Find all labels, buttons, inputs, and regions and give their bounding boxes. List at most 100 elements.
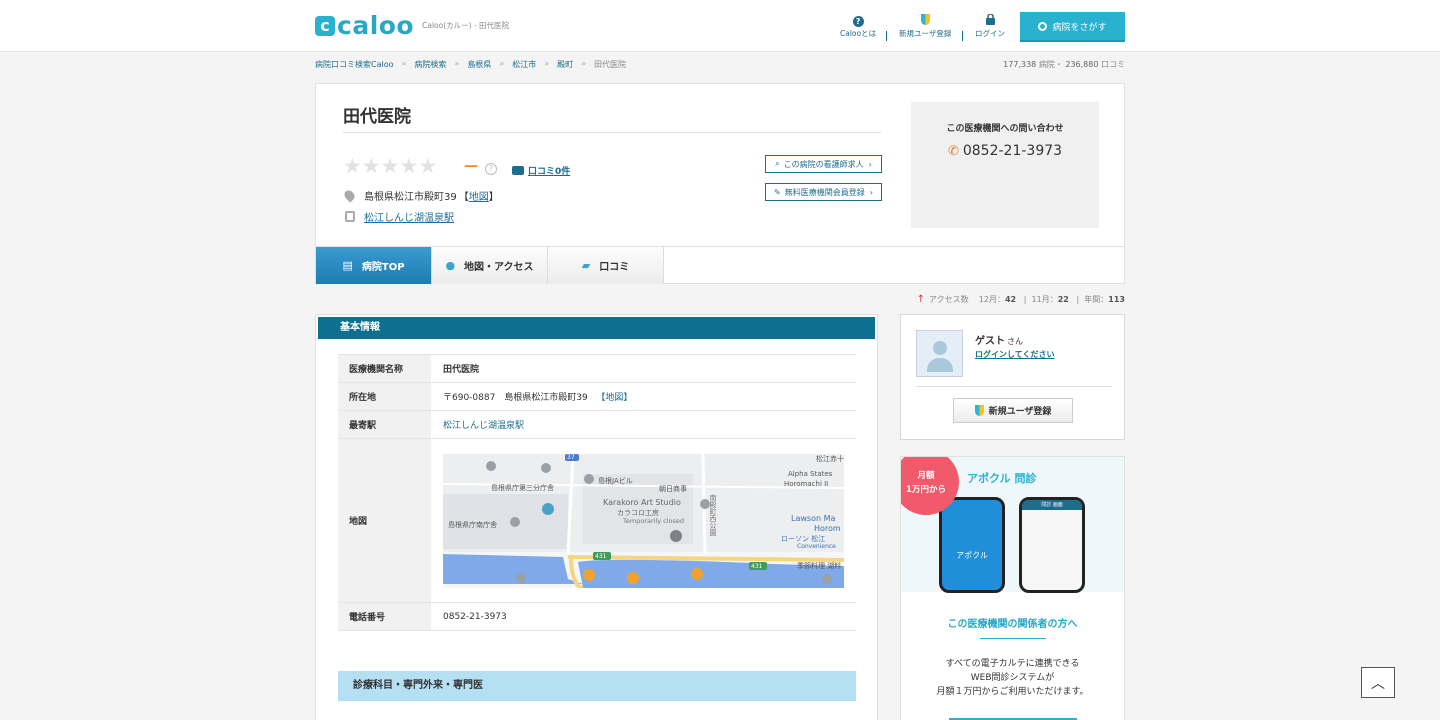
row-value: 島根県庁第三分庁舎 島根JAビル 朝日商事 Karakoro Art Studi… [431, 438, 856, 603]
basic-info-panel: 基本情報 医療機関名称 田代医院 所在地 〒690-0887 島根県松江市殿町3… [315, 314, 878, 720]
breadcrumb-current: 田代医院 [594, 60, 627, 69]
phone-illustration: 問診 画面 [1019, 497, 1085, 593]
ad-text-line: すべての電子カルテに連携できる [945, 659, 1080, 669]
map-label: 島根県庁南庁舎 [448, 520, 497, 529]
row-key: 所在地 [338, 382, 431, 411]
phone-header: 問診 画面 [1022, 500, 1082, 510]
logo-subtitle: Caloo(カルー) - 田代医院 [422, 21, 510, 30]
search-hospital-button[interactable]: 病院をさがす [1020, 12, 1125, 42]
site-header: c caloo Caloo(カルー) - 田代医院 ? Calooとは 新規ユー… [0, 0, 1440, 52]
ad-text-line: WEB問診システムが [970, 673, 1055, 683]
ad-text-line: 月額１万円からご利用いただけます。 [936, 687, 1089, 697]
tab-label: 口コミ [599, 262, 630, 273]
nav-login-label: ログイン [975, 29, 1005, 38]
nav-divider [886, 31, 887, 41]
map-label: Temporarily closed [623, 516, 685, 525]
phone-icon: ✆ [947, 144, 959, 159]
address-text: 島根県松江市殿町39 [364, 192, 457, 203]
map-label: Lawson Ma [791, 513, 836, 523]
star-icon: ★ [343, 154, 362, 178]
map-label: Convenience [797, 542, 836, 550]
divider [980, 638, 1046, 639]
star-icon: ★ [361, 154, 381, 178]
scroll-to-top-button[interactable]: ︿ [1361, 667, 1395, 698]
leaf-icon [974, 405, 984, 416]
hospital-icon: ▤ [342, 259, 353, 272]
tab-reviews[interactable]: ▰ 口コミ [548, 247, 664, 284]
contact-phone[interactable]: ✆ 0852-21-3973 [911, 143, 1099, 159]
nav-about[interactable]: ? Calooとは [840, 14, 876, 39]
map-label: Alpha States [788, 469, 833, 478]
section-subheading: 診療科目・専門外来・専門医 [338, 671, 856, 701]
caloo-logo[interactable]: c caloo Caloo(カルー) - 田代医院 [315, 11, 510, 40]
breadcrumb-item[interactable]: 島根県 [467, 59, 491, 70]
hospital-count-unit: 病院・ [1038, 60, 1063, 69]
nav-register[interactable]: 新規ユーザ登録 [899, 14, 951, 39]
row-value: 田代医院 [431, 354, 856, 383]
row-key: 電話番号 [338, 602, 431, 631]
map-label: 島根県庁第三分庁舎 [491, 483, 554, 492]
logo-mark: c [315, 16, 335, 36]
phone-brand: アポクル [956, 551, 988, 560]
badge-line: 月額 [917, 471, 935, 481]
chevron-right-icon: › [868, 159, 872, 169]
facility-register-button[interactable]: ✎ 無料医療機関会員登録 › [765, 183, 882, 201]
tab-map-access[interactable]: ● 地図・アクセス [432, 247, 548, 284]
review-count-link[interactable]: 口コミ0件 [512, 164, 570, 177]
access-label: アクセス数 [929, 295, 969, 304]
arrow-up-icon: ↑ [916, 294, 926, 305]
nav-divider [962, 31, 963, 41]
map-label: 季節料理 湖料 [797, 561, 842, 570]
map-link[interactable]: 地図 [469, 188, 489, 203]
map-label: 松江赤十 [816, 454, 844, 463]
pencil-icon: ✎ [774, 187, 781, 197]
hospital-tabs: ▤ 病院TOP ● 地図・アクセス ▰ 口コミ [315, 246, 1125, 284]
embedded-map[interactable]: 島根県庁第三分庁舎 島根JAビル 朝日商事 Karakoro Art Studi… [443, 453, 844, 588]
tab-hospital-top[interactable]: ▤ 病院TOP [316, 247, 432, 284]
nurse-jobs-label: この病院の看護師求人 [783, 159, 864, 169]
map-pin-icon: ● [445, 259, 456, 272]
breadcrumb-item[interactable]: 松江市 [512, 59, 536, 70]
station-link[interactable]: 松江しんじ湖温泉駅 [364, 209, 454, 224]
nav-login[interactable]: ログイン [975, 13, 1005, 39]
logo-text: caloo [337, 11, 415, 40]
login-link[interactable]: ログインしてください [975, 349, 1055, 360]
section-heading: 基本情報 [318, 317, 875, 339]
chevron-right-icon: › [869, 187, 873, 197]
nearest-station: 松江しんじ湖温泉駅 [343, 209, 454, 224]
contact-title: この医療機関への問い合わせ [946, 124, 1064, 134]
breadcrumb: 病院口コミ検索Caloo» 病院検索» 島根県» 松江市» 殿町» 田代医院 [315, 59, 627, 70]
phone-number: 0852-21-3973 [962, 143, 1063, 159]
row-key: 医療機関名称 [338, 354, 431, 383]
table-row: 電話番号 0852-21-3973 [338, 602, 856, 631]
ad-brand: アポクル 問診 [967, 472, 1037, 485]
breadcrumb-item[interactable]: 病院口コミ検索Caloo [315, 59, 394, 70]
map-link[interactable]: 【地図】 [596, 393, 632, 403]
facility-register-label: 無料医療機関会員登録 [784, 187, 865, 197]
map-label: 朝日商事 [659, 484, 687, 493]
station-link[interactable]: 松江しんじ湖温泉駅 [443, 421, 524, 431]
rating-stars: ★ ★ ★ ★ ★ [343, 155, 437, 177]
row-value: 〒690-0887 島根県松江市殿町39 【地図】 [431, 382, 856, 411]
map-label: Horom [814, 523, 841, 533]
apokul-ad-banner[interactable]: アポクル 問診 アポクル 問診 画面 月額 1万円から この医療機関の関係者の方… [900, 456, 1125, 720]
tab-label: 地図・アクセス [464, 262, 534, 273]
badge-line: 1万円から [906, 485, 946, 495]
table-row: 医療機関名称 田代医院 [338, 354, 856, 383]
nurse-jobs-button[interactable]: ⌕ この病院の看護師求人 › [765, 155, 882, 173]
access-year: 113 [1108, 295, 1125, 304]
access-year-label: 年間： [1084, 295, 1109, 304]
breadcrumb-item[interactable]: 病院検索 [414, 59, 446, 70]
search-icon: ⌕ [775, 159, 780, 168]
table-row: 所在地 〒690-0887 島根県松江市殿町39 【地図】 [338, 382, 856, 411]
review-count: 236,880 [1065, 60, 1099, 69]
leaf-icon [920, 14, 930, 28]
road-label: 431 [751, 562, 763, 570]
register-button[interactable]: 新規ユーザ登録 [953, 398, 1073, 423]
help-icon[interactable]: ? [485, 163, 497, 175]
hospital-count: 177,338 [1003, 60, 1037, 69]
question-circle-icon: ? [852, 14, 864, 28]
breadcrumb-item[interactable]: 殿町 [557, 59, 573, 70]
access-nov-label: 11月： [1031, 295, 1058, 304]
table-row: 最寄駅 松江しんじ湖温泉駅 [338, 410, 856, 439]
